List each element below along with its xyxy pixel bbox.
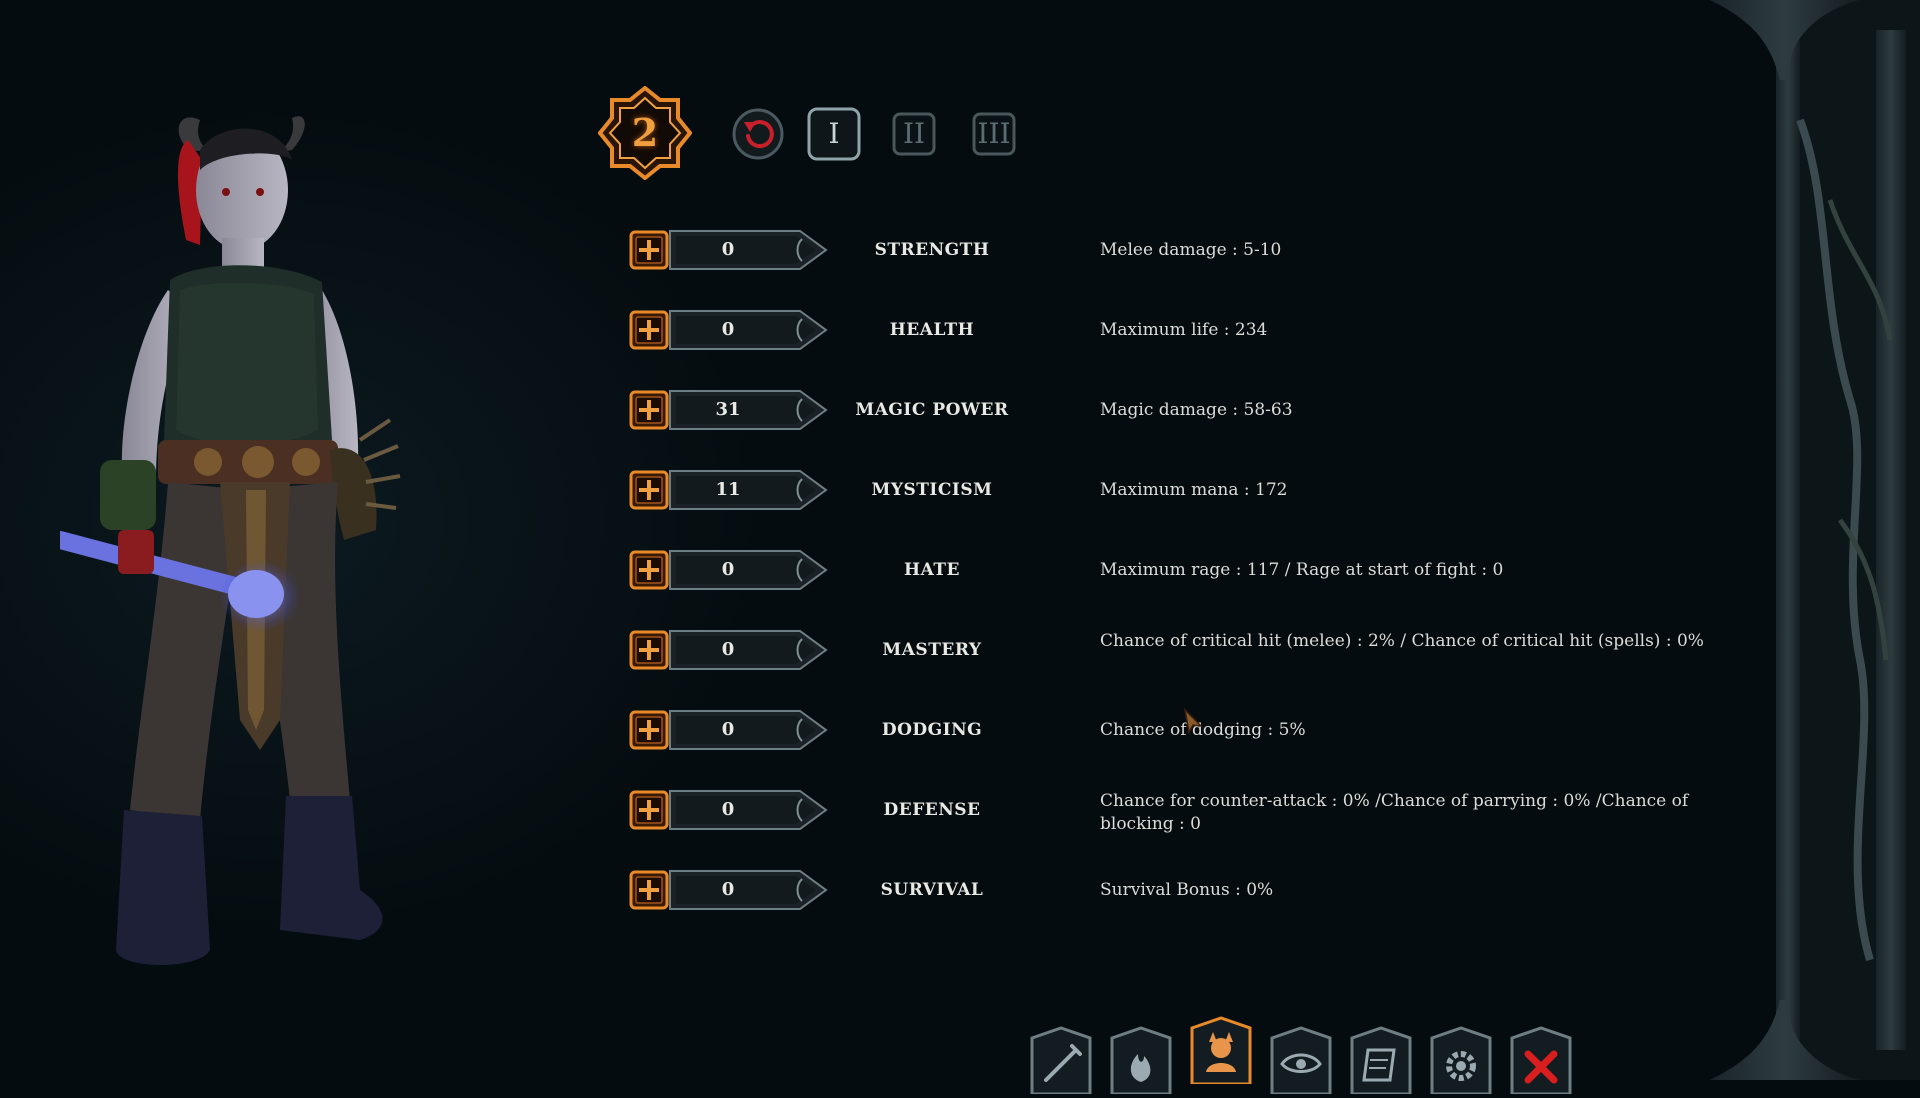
stat-name: SURVIVAL [880,880,984,900]
stat-description: Melee damage : 5-10 [1100,239,1282,260]
scroll-icon [1350,1026,1412,1096]
nav-tab-close[interactable] [1508,1024,1574,1096]
stat-value: 0 [721,239,735,260]
nav-tab-character[interactable] [1188,1014,1254,1086]
stat-name: HEALTH [889,320,975,340]
available-points-badge: 2 [598,86,692,180]
stat-row-mysticism: 11 MYSTICISM Maximum mana : 172 [628,457,1728,521]
tier-1-button[interactable]: I [806,106,862,162]
available-points-value: 2 [631,110,659,155]
bottom-nav [1020,1010,1580,1096]
tier-3-button[interactable]: III [966,106,1022,162]
stat-value: 31 [715,399,741,420]
stat-name: DEFENSE [883,800,981,820]
tier-2-label: II [902,117,926,150]
stat-row-defense: 0 DEFENSE Chance for counter-attack : 0%… [628,777,1728,841]
stat-row-mastery: 0 MASTERY Chance of critical hit (melee)… [628,617,1728,681]
stat-row-hate: 0 HATE Maximum rage : 117 / Rage at star… [628,537,1728,601]
eye-icon [1270,1026,1332,1096]
stat-description: Chance of critical hit (melee) : 2% / Ch… [1100,631,1704,651]
stat-name: MAGIC POWER [855,400,1009,420]
nav-tab-gear[interactable] [1428,1024,1494,1096]
stat-name: DODGING [881,720,983,740]
tier-2-button[interactable]: II [886,106,942,162]
stat-description: Maximum rage : 117 / Rage at start of fi… [1100,559,1504,580]
stat-row-strength: 0 STRENGTH Melee damage : 5-10 [628,217,1728,281]
stat-value: 0 [721,719,735,740]
nav-tab-eye[interactable] [1268,1024,1334,1096]
stat-row-magic-power: 31 MAGIC POWER Magic damage : 58-63 [628,377,1728,441]
cursor-icon [1183,708,1204,734]
stat-name: HATE [904,560,960,580]
stat-value: 0 [721,639,735,660]
sword-icon [1030,1026,1092,1096]
nav-tab-sword[interactable] [1028,1024,1094,1096]
nav-tab-scroll[interactable] [1348,1024,1414,1096]
stat-description: Magic damage : 58-63 [1100,399,1293,420]
character-icon [1190,1016,1252,1086]
stat-value: 0 [721,799,735,820]
stat-value: 0 [721,879,735,900]
stat-value: 0 [721,319,735,340]
stat-description: Maximum mana : 172 [1100,479,1288,500]
stat-row-health: 0 HEALTH Maximum life : 234 [628,297,1728,361]
stat-description: Survival Bonus : 0% [1100,879,1274,900]
stat-value: 0 [721,559,735,580]
close-icon [1510,1026,1572,1096]
character-portrait [60,116,401,965]
stat-name: STRENGTH [874,240,990,260]
stat-row-dodging: 0 DODGING Chance of dodging : 5% [628,697,1728,761]
gear-icon [1430,1026,1492,1096]
tier-1-label: I [828,117,840,150]
stat-value: 11 [715,479,741,500]
stat-description: Chance for counter-attack : 0% /Chance o… [1100,791,1689,834]
reset-button[interactable] [730,106,786,162]
decorative-frame [1710,0,1920,1080]
stat-name: MASTERY [882,640,982,660]
stat-row-survival: 0 SURVIVAL Survival Bonus : 0% [628,857,1728,921]
reset-icon [732,108,784,160]
stat-description: Maximum life : 234 [1100,319,1268,340]
stat-name: MYSTICISM [871,480,993,500]
tier-3-label: III [977,117,1011,150]
fire-icon [1110,1026,1172,1096]
nav-tab-fire[interactable] [1108,1024,1174,1096]
